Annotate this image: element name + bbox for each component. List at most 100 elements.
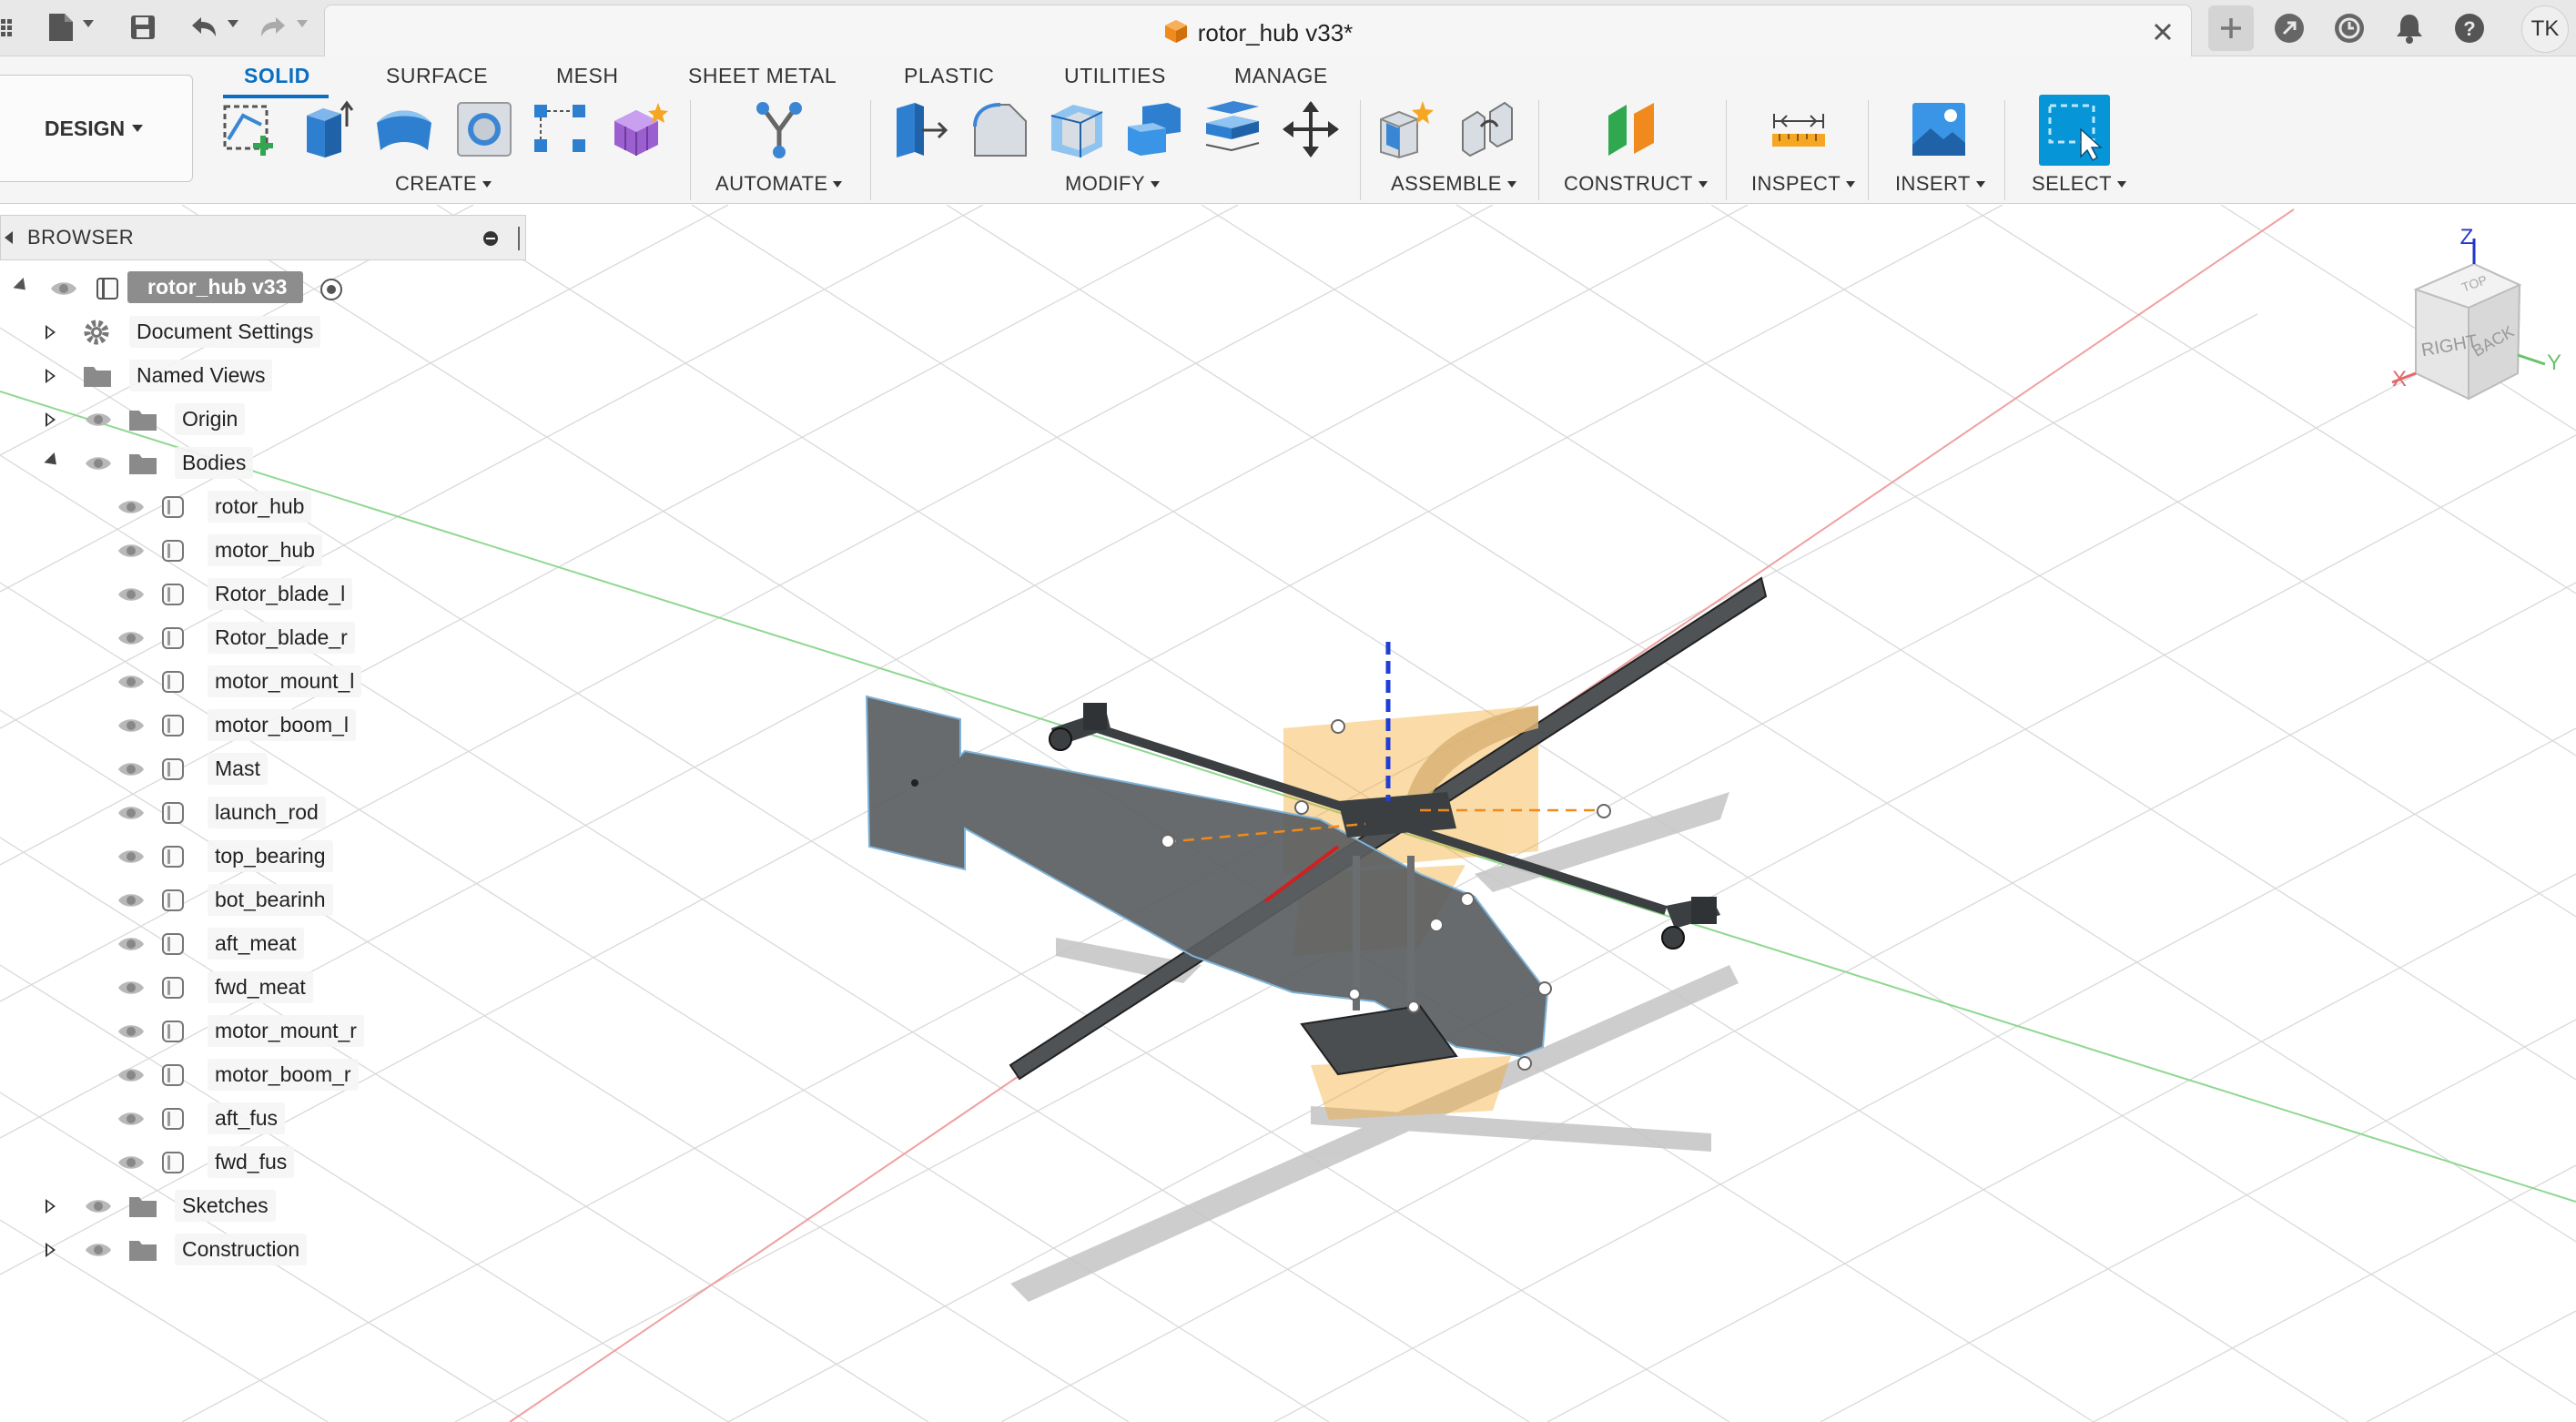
extensions-icon[interactable]: [2270, 9, 2308, 47]
automate-icon[interactable]: [746, 96, 812, 162]
visibility-eye-icon[interactable]: [117, 1064, 146, 1086]
select-tool-icon[interactable]: [2039, 95, 2110, 166]
job-status-clock-icon[interactable]: [2330, 9, 2368, 47]
create-form-icon[interactable]: [606, 96, 672, 162]
tree-body-row[interactable]: fwd_fus: [0, 1143, 382, 1183]
tree-body-row[interactable]: bot_bearinh: [0, 880, 382, 920]
move-copy-icon[interactable]: [1278, 96, 1344, 162]
combine-icon[interactable]: [1121, 96, 1187, 162]
tree-folder-construction[interactable]: Construction: [0, 1230, 364, 1270]
model-scene[interactable]: Z X Y RIGHT BACK TOP: [0, 205, 2576, 1422]
app-grid-icon[interactable]: [0, 9, 20, 46]
tree-folder-named-views[interactable]: Named Views: [0, 356, 364, 396]
tree-body-row[interactable]: motor_boom_l: [0, 706, 382, 746]
visibility-eye-icon[interactable]: [117, 496, 146, 518]
expanded-triangle-icon[interactable]: [44, 452, 62, 471]
tab-plastic[interactable]: PLASTIC: [904, 64, 994, 95]
tab-manage[interactable]: MANAGE: [1234, 64, 1328, 95]
tree-folder-origin[interactable]: Origin: [0, 400, 364, 440]
tree-body-row[interactable]: motor_hub: [0, 531, 382, 571]
offset-faces-icon[interactable]: [1200, 96, 1265, 162]
visibility-eye-icon[interactable]: [117, 933, 146, 955]
new-tab-plus-icon[interactable]: [2208, 5, 2254, 51]
visibility-eye-icon[interactable]: [117, 1152, 146, 1173]
notifications-bell-icon[interactable]: [2390, 9, 2429, 47]
insert-canvas-icon[interactable]: [1906, 96, 1972, 162]
collapse-panel-icon[interactable]: [5, 231, 13, 244]
tab-mesh[interactable]: MESH: [556, 64, 618, 95]
new-component-icon[interactable]: [1374, 96, 1440, 162]
visibility-eye-icon[interactable]: [117, 846, 146, 868]
extrude-icon[interactable]: [293, 96, 359, 162]
joint-icon[interactable]: [1455, 96, 1520, 162]
visibility-eye-icon[interactable]: [117, 584, 146, 605]
visibility-eye-icon[interactable]: [117, 889, 146, 911]
shell-icon[interactable]: [1043, 96, 1109, 162]
minimize-panel-icon[interactable]: [483, 231, 498, 246]
visibility-eye-icon[interactable]: [84, 409, 113, 431]
canvas-viewport[interactable]: Z X Y RIGHT BACK TOP: [0, 205, 2576, 1422]
undo-icon[interactable]: [188, 9, 220, 46]
visibility-eye-icon[interactable]: [49, 278, 78, 300]
create-sketch-icon[interactable]: [217, 96, 282, 162]
visibility-eye-icon[interactable]: [117, 802, 146, 824]
fillet-icon[interactable]: [967, 96, 1032, 162]
revolve-icon[interactable]: [371, 96, 437, 162]
pattern-icon[interactable]: [528, 96, 593, 162]
visibility-eye-icon[interactable]: [117, 540, 146, 562]
visibility-eye-icon[interactable]: [84, 1239, 113, 1261]
assemble-menu[interactable]: ASSEMBLE: [1391, 171, 1516, 197]
tree-body-row[interactable]: motor_mount_l: [0, 662, 382, 702]
visibility-eye-icon[interactable]: [117, 671, 146, 693]
visibility-eye-icon[interactable]: [117, 977, 146, 999]
tree-body-row[interactable]: aft_fus: [0, 1099, 382, 1139]
collapsed-triangle-icon[interactable]: [46, 369, 56, 383]
hole-icon[interactable]: [451, 96, 517, 162]
view-cube[interactable]: Z X Y RIGHT BACK TOP: [2391, 225, 2561, 401]
tree-root-row[interactable]: rotor_hub v33: [0, 269, 364, 309]
undo-menu-caret-icon[interactable]: [228, 20, 238, 27]
visibility-eye-icon[interactable]: [117, 758, 146, 780]
browser-panel-header[interactable]: BROWSER: [0, 215, 526, 260]
select-menu[interactable]: SELECT: [2032, 171, 2126, 197]
tree-body-row[interactable]: aft_meat: [0, 924, 382, 964]
inspect-menu[interactable]: INSPECT: [1751, 171, 1856, 197]
tree-body-row[interactable]: launch_rod: [0, 793, 382, 833]
tree-body-row[interactable]: rotor_hub: [0, 487, 382, 527]
panel-resize-handle[interactable]: [518, 227, 520, 250]
measure-icon[interactable]: [1766, 96, 1831, 162]
collapsed-triangle-icon[interactable]: [46, 1243, 56, 1257]
workspace-switcher-button[interactable]: DESIGN: [0, 75, 193, 182]
insert-menu[interactable]: INSERT: [1895, 171, 1985, 197]
redo-menu-caret-icon[interactable]: [297, 20, 308, 27]
collapsed-triangle-icon[interactable]: [46, 412, 56, 427]
tab-solid[interactable]: SOLID: [244, 64, 310, 95]
automate-menu[interactable]: AUTOMATE: [715, 171, 843, 197]
save-icon[interactable]: [127, 9, 158, 46]
tree-body-row[interactable]: Mast: [0, 749, 382, 789]
help-icon[interactable]: ?: [2450, 9, 2489, 47]
visibility-eye-icon[interactable]: [117, 1108, 146, 1130]
tree-body-row[interactable]: motor_mount_r: [0, 1011, 382, 1051]
redo-icon[interactable]: [257, 9, 289, 46]
tree-folder-bodies[interactable]: Bodies: [0, 443, 364, 483]
tab-surface[interactable]: SURFACE: [386, 64, 488, 95]
visibility-eye-icon[interactable]: [117, 1021, 146, 1042]
construct-menu[interactable]: CONSTRUCT: [1564, 171, 1708, 197]
close-tab-icon[interactable]: [2147, 16, 2178, 47]
tree-body-row[interactable]: top_bearing: [0, 837, 382, 877]
collapsed-triangle-icon[interactable]: [46, 325, 56, 340]
file-icon[interactable]: [46, 9, 76, 46]
tree-folder-document-settings[interactable]: Document Settings: [0, 312, 364, 352]
create-menu[interactable]: CREATE: [395, 171, 492, 197]
tree-body-row[interactable]: Rotor_blade_r: [0, 618, 382, 658]
tree-body-row[interactable]: motor_boom_r: [0, 1055, 382, 1095]
visibility-eye-icon[interactable]: [84, 1195, 113, 1217]
visibility-eye-icon[interactable]: [84, 452, 113, 474]
file-menu-caret-icon[interactable]: [83, 20, 94, 27]
expanded-triangle-icon[interactable]: [13, 277, 31, 296]
offset-plane-icon[interactable]: [1598, 96, 1664, 162]
visibility-eye-icon[interactable]: [117, 627, 146, 649]
tree-folder-sketches[interactable]: Sketches: [0, 1186, 364, 1226]
collapsed-triangle-icon[interactable]: [46, 1199, 56, 1214]
